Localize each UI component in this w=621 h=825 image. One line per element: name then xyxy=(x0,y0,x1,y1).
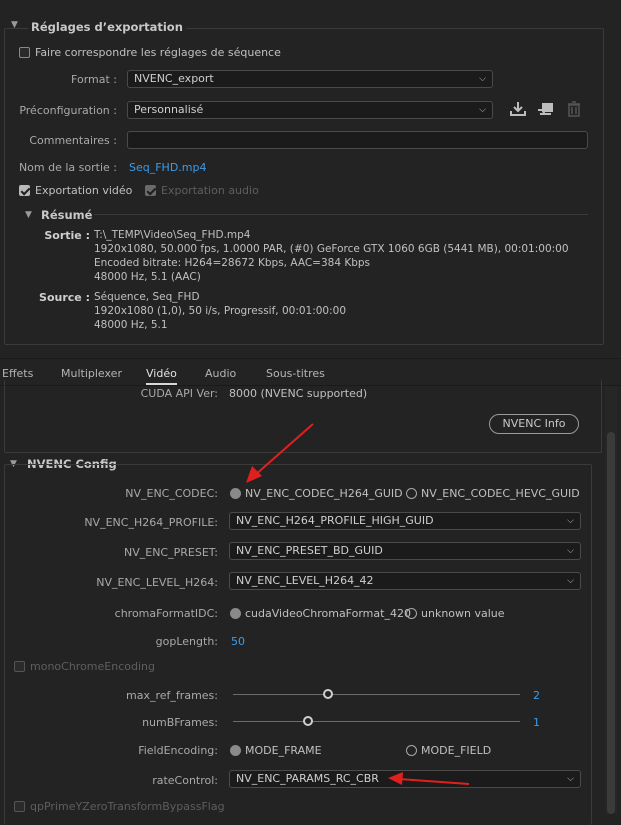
field-encoding-label: FieldEncoding: xyxy=(138,744,218,757)
codec-h264-radio[interactable] xyxy=(230,488,241,499)
summary-source-line: 1920x1080 (1,0), 50 i/s, Progressif, 00:… xyxy=(94,305,347,317)
chroma-unknown-label: unknown value xyxy=(421,607,505,620)
preset-value: Personnalisé xyxy=(134,103,204,116)
qp-prime-label: qpPrimeYZeroTransformBypassFlag xyxy=(30,800,225,813)
rate-control-value: NV_ENC_PARAMS_RC_CBR xyxy=(236,772,379,785)
nv-enc-preset-label: NV_ENC_PRESET: xyxy=(124,546,218,559)
chevron-down-icon: ⌵ xyxy=(567,774,574,784)
max-ref-frames-thumb[interactable] xyxy=(322,689,333,699)
chroma-format-label: chromaFormatIDC: xyxy=(114,607,218,620)
num-b-frames-thumb[interactable] xyxy=(302,716,313,726)
max-ref-frames-slider[interactable] xyxy=(233,694,520,695)
output-name-link[interactable]: Seq_FHD.mp4 xyxy=(129,161,207,174)
chevron-down-icon: ⌵ xyxy=(567,546,574,556)
mode-frame-radio[interactable] xyxy=(230,745,241,756)
chroma-420-label: cudaVideoChromaFormat_420 xyxy=(245,607,411,620)
tab-effets[interactable]: Effets xyxy=(2,367,33,380)
num-b-frames-slider[interactable] xyxy=(233,721,520,722)
chroma-unknown-radio[interactable] xyxy=(406,608,417,619)
summary-title: Résumé xyxy=(41,208,93,222)
summary-output-line: Encoded bitrate: H264=28672 Kbps, AAC=38… xyxy=(94,257,371,269)
cuda-value: 8000 (NVENC supported) xyxy=(229,387,368,400)
nvenc-info-button[interactable]: NVENC Info xyxy=(489,414,579,434)
summary-output-line: T:\_TEMP\Video\Seq_FHD.mp4 xyxy=(94,229,251,241)
annotation-arrow-rate xyxy=(388,772,470,785)
save-preset-icon[interactable] xyxy=(509,101,527,117)
chevron-down-icon: ⌵ xyxy=(567,576,574,586)
num-b-frames-value[interactable]: 1 xyxy=(533,716,540,729)
h264-profile-label: NV_ENC_H264_PROFILE: xyxy=(84,516,218,529)
h264-level-label: NV_ENC_LEVEL_H264: xyxy=(96,576,218,589)
scrollbar-thumb[interactable] xyxy=(607,432,615,814)
export-video-checkbox[interactable] xyxy=(19,185,30,196)
summary-source-line: 48000 Hz, 5.1 xyxy=(94,319,168,331)
monochrome-checkbox[interactable] xyxy=(14,661,25,672)
chevron-down-icon: ⌵ xyxy=(567,516,574,526)
codec-h264-label: NV_ENC_CODEC_H264_GUID xyxy=(245,487,403,500)
match-sequence-label: Faire correspondre les réglages de séque… xyxy=(35,46,281,59)
chroma-420-radio[interactable] xyxy=(230,608,241,619)
tab-sous-titres[interactable]: Sous-titres xyxy=(266,367,325,380)
gop-length-label: gopLength: xyxy=(155,635,218,648)
preset-label: Préconfiguration : xyxy=(19,104,117,117)
rate-control-label: rateControl: xyxy=(152,774,218,787)
qp-prime-checkbox[interactable] xyxy=(14,801,25,812)
export-video-label: Exportation vidéo xyxy=(35,184,133,197)
preset-select[interactable]: Personnalisé ⌵ xyxy=(127,101,493,119)
mode-frame-label: MODE_FRAME xyxy=(245,744,322,757)
nv-enc-codec-label: NV_ENC_CODEC: xyxy=(125,487,218,500)
h264-profile-value: NV_ENC_H264_PROFILE_HIGH_GUID xyxy=(236,514,434,527)
delete-preset-icon[interactable] xyxy=(565,101,583,117)
summary-output-label: Sortie : xyxy=(44,229,90,242)
h264-level-select[interactable]: NV_ENC_LEVEL_H264_42 ⌵ xyxy=(229,572,581,590)
summary-source-line: Séquence, Seq_FHD xyxy=(94,291,200,303)
format-value: NVENC_export xyxy=(134,72,214,85)
monochrome-label: monoChromeEncoding xyxy=(30,660,155,673)
export-audio-checkbox[interactable] xyxy=(145,185,156,196)
max-ref-frames-value[interactable]: 2 xyxy=(533,689,540,702)
max-ref-frames-label: max_ref_frames: xyxy=(126,689,218,702)
comments-input[interactable] xyxy=(127,131,588,149)
h264-profile-select[interactable]: NV_ENC_H264_PROFILE_HIGH_GUID ⌵ xyxy=(229,512,581,530)
mode-field-label: MODE_FIELD xyxy=(421,744,492,757)
output-name-label: Nom de la sortie : xyxy=(18,161,117,174)
format-select[interactable]: NVENC_export ⌵ xyxy=(127,70,493,88)
annotation-arrow-codec xyxy=(246,423,314,483)
chevron-down-icon: ⌵ xyxy=(479,74,486,84)
tab-multiplexer[interactable]: Multiplexer xyxy=(61,367,122,380)
cuda-label: CUDA API Ver: xyxy=(140,387,218,400)
codec-hevc-label: NV_ENC_CODEC_HEVC_GUID xyxy=(421,487,580,500)
summary-output-line: 1920x1080, 50.000 fps, 1.0000 PAR, (#0) … xyxy=(94,243,569,255)
export-audio-label: Exportation audio xyxy=(161,184,259,197)
collapse-export-icon[interactable]: ▼ xyxy=(11,20,18,30)
tab-video[interactable]: Vidéo xyxy=(146,367,177,385)
tab-audio[interactable]: Audio xyxy=(205,367,236,380)
chevron-down-icon: ⌵ xyxy=(479,105,486,115)
nv-enc-preset-value: NV_ENC_PRESET_BD_GUID xyxy=(236,544,383,557)
import-preset-icon[interactable] xyxy=(537,101,555,117)
match-sequence-checkbox[interactable] xyxy=(19,47,30,58)
collapse-summary-icon[interactable]: ▼ xyxy=(25,210,32,220)
h264-level-value: NV_ENC_LEVEL_H264_42 xyxy=(236,574,374,587)
format-label: Format : xyxy=(71,73,117,86)
summary-output-line: 48000 Hz, 5.1 (AAC) xyxy=(94,271,201,283)
num-b-frames-label: numBFrames: xyxy=(142,716,218,729)
codec-hevc-radio[interactable] xyxy=(406,488,417,499)
gop-length-value[interactable]: 50 xyxy=(231,635,245,648)
summary-source-label: Source : xyxy=(39,291,90,304)
comments-label: Commentaires : xyxy=(29,134,117,147)
nv-enc-preset-select[interactable]: NV_ENC_PRESET_BD_GUID ⌵ xyxy=(229,542,581,560)
summary-divider xyxy=(94,214,588,215)
mode-field-radio[interactable] xyxy=(406,745,417,756)
export-settings-title: Réglages d’exportation xyxy=(28,20,186,34)
